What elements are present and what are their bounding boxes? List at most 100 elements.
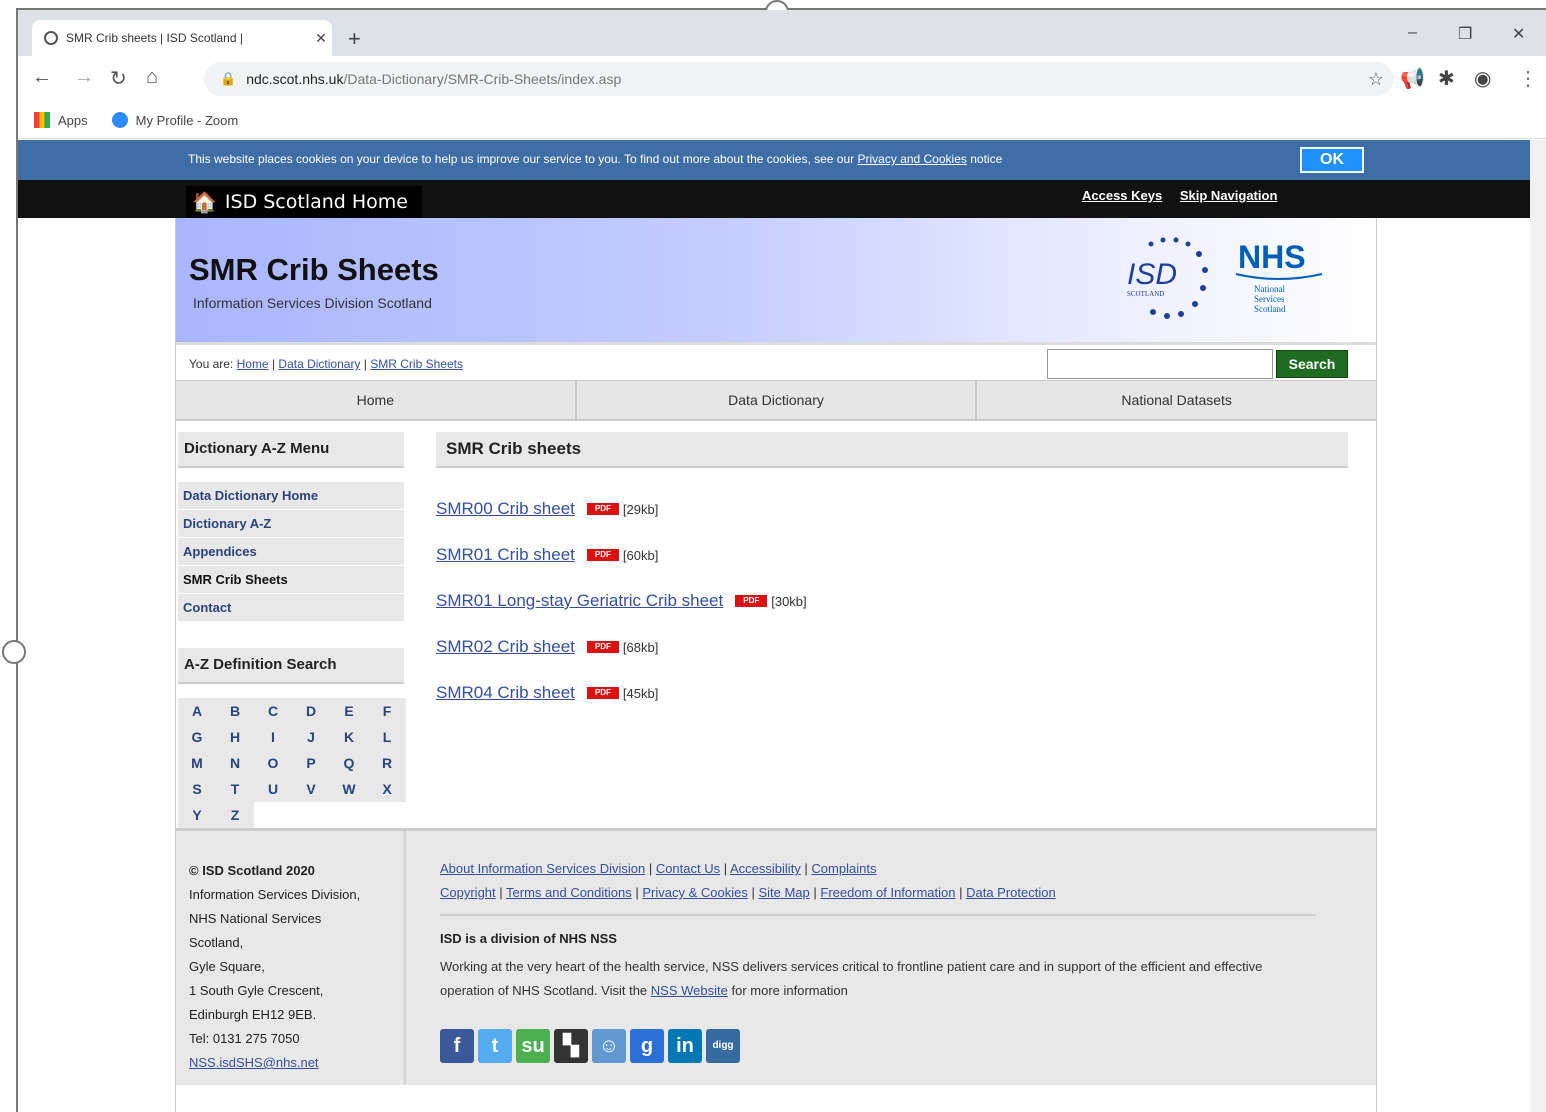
az-letter[interactable]: R	[368, 750, 406, 776]
social-icons: f t su ▚ ☺ g in digg	[440, 1029, 744, 1063]
az-letter[interactable]: J	[292, 724, 330, 750]
footer-link[interactable]: Freedom of Information	[820, 885, 955, 900]
breadcrumb-separator: |	[268, 357, 279, 371]
file-size: [30kb]	[771, 593, 807, 609]
forward-icon[interactable]: →	[74, 66, 94, 89]
search-input[interactable]	[1047, 349, 1273, 379]
home-icon[interactable]: ⌂	[146, 66, 158, 89]
profile-icon[interactable]: ◉	[1474, 66, 1491, 91]
az-letter[interactable]: M	[178, 750, 216, 776]
twitter-icon[interactable]: t	[478, 1029, 512, 1063]
close-window-icon[interactable]: ✕	[1512, 24, 1525, 44]
az-letter[interactable]: Q	[330, 750, 368, 776]
reddit-icon[interactable]: ☺	[592, 1029, 626, 1063]
footer-link[interactable]: Copyright	[440, 885, 496, 900]
bookmark-apps[interactable]: Apps	[34, 112, 88, 128]
bookmark-star-icon[interactable]: ☆	[1368, 69, 1384, 90]
az-letter[interactable]: A	[178, 698, 216, 724]
sidebar-item-data-dictionary-home[interactable]: Data Dictionary Home	[178, 482, 404, 510]
facebook-icon[interactable]: f	[440, 1029, 474, 1063]
pdf-icon: PDF	[586, 549, 619, 561]
az-letter[interactable]: V	[292, 776, 330, 802]
az-letter[interactable]: D	[292, 698, 330, 724]
az-letter[interactable]: W	[330, 776, 368, 802]
footer-link[interactable]: Accessibility	[730, 861, 801, 876]
minimize-icon[interactable]: –	[1408, 24, 1417, 42]
sidebar-item-contact[interactable]: Contact	[178, 594, 404, 622]
file-link[interactable]: SMR04 Crib sheet	[436, 683, 575, 703]
sidebar-item-dictionary-a-z[interactable]: Dictionary A-Z	[178, 510, 404, 538]
email-link[interactable]: NSS.isdSHS@nhs.net	[189, 1055, 319, 1070]
breadcrumb-smr-crib-sheets[interactable]: SMR Crib Sheets	[370, 357, 463, 371]
stumbleupon-icon[interactable]: su	[516, 1029, 550, 1063]
file-link[interactable]: SMR00 Crib sheet	[436, 499, 575, 519]
file-link[interactable]: SMR01 Long-stay Geriatric Crib sheet	[436, 591, 723, 611]
breadcrumb-data-dictionary[interactable]: Data Dictionary	[278, 357, 360, 371]
nss-website-link[interactable]: NSS Website	[651, 983, 728, 998]
file-link[interactable]: SMR01 Crib sheet	[436, 545, 575, 565]
reload-icon[interactable]: ↻	[110, 66, 127, 91]
footer-link[interactable]: Contact Us	[656, 861, 720, 876]
nav-data-dictionary[interactable]: Data Dictionary	[576, 381, 978, 419]
footer-link[interactable]: Site Map	[758, 885, 809, 900]
az-letter[interactable]: C	[254, 698, 292, 724]
linkedin-icon[interactable]: in	[668, 1029, 702, 1063]
url-bar[interactable]: 🔒 ndc.scot.nhs.uk /Data-Dictionary/SMR-C…	[204, 62, 1394, 96]
az-letter[interactable]: Z	[216, 802, 254, 828]
footer: © ISD Scotland 2020 Information Services…	[176, 828, 1376, 1085]
cookie-ok-button[interactable]: OK	[1300, 147, 1364, 173]
delicious-icon[interactable]: ▚	[554, 1029, 588, 1063]
nav-home[interactable]: Home	[176, 381, 577, 419]
isd-logo[interactable]: ISD SCOTLAND	[1121, 232, 1221, 324]
skip-navigation-link[interactable]: Skip Navigation	[1180, 188, 1278, 203]
az-letter[interactable]: K	[330, 724, 368, 750]
az-letter[interactable]: F	[368, 698, 406, 724]
az-blank	[254, 802, 292, 828]
nhs-logo-text: NHS	[1238, 239, 1306, 275]
nhs-logo[interactable]: NHS National Services Scotland	[1234, 232, 1324, 324]
browser-tab[interactable]: SMR Crib sheets | ISD Scotland | ✕	[32, 20, 332, 56]
google-icon[interactable]: g	[630, 1029, 664, 1063]
close-tab-icon[interactable]: ✕	[310, 30, 332, 47]
file-link[interactable]: SMR02 Crib sheet	[436, 637, 575, 657]
az-blank	[292, 802, 330, 828]
az-letter[interactable]: P	[292, 750, 330, 776]
new-tab-button[interactable]: +	[348, 26, 361, 52]
az-letter[interactable]: B	[216, 698, 254, 724]
footer-link[interactable]: About Information Services Division	[440, 861, 645, 876]
privacy-cookies-link[interactable]: Privacy and Cookies	[857, 152, 966, 166]
footer-link[interactable]: Terms and Conditions	[506, 885, 632, 900]
az-letter[interactable]: O	[254, 750, 292, 776]
footer-link[interactable]: Complaints	[811, 861, 876, 876]
restore-icon[interactable]: ❐	[1458, 24, 1472, 44]
extensions-icon[interactable]: ✱	[1438, 66, 1455, 91]
page-scrollbar[interactable]	[1530, 140, 1546, 1112]
az-letter[interactable]: Y	[178, 802, 216, 828]
search-button[interactable]: Search	[1276, 350, 1348, 378]
footer-link[interactable]: Data Protection	[966, 885, 1056, 900]
breadcrumb-home[interactable]: Home	[237, 357, 269, 371]
sidebar-item-smr-crib-sheets[interactable]: SMR Crib Sheets	[178, 566, 404, 594]
access-keys-link[interactable]: Access Keys	[1082, 188, 1162, 203]
az-letter[interactable]: T	[216, 776, 254, 802]
az-letter[interactable]: N	[216, 750, 254, 776]
az-letter[interactable]: S	[178, 776, 216, 802]
megaphone-icon[interactable]: 📢	[1400, 66, 1425, 91]
az-letter[interactable]: U	[254, 776, 292, 802]
back-icon[interactable]: ←	[32, 66, 52, 89]
footer-link[interactable]: Privacy & Cookies	[642, 885, 747, 900]
az-letter[interactable]: X	[368, 776, 406, 802]
web-page: This website places cookies on your devi…	[18, 140, 1530, 1112]
az-letter[interactable]: G	[178, 724, 216, 750]
az-letter[interactable]: L	[368, 724, 406, 750]
isd-home-link[interactable]: 🏠 ISD Scotland Home	[186, 186, 422, 218]
menu-icon[interactable]: ⋮	[1518, 66, 1538, 91]
az-letter[interactable]: H	[216, 724, 254, 750]
digg-icon[interactable]: digg	[706, 1029, 740, 1063]
az-letter[interactable]: E	[330, 698, 368, 724]
sidebar-item-appendices[interactable]: Appendices	[178, 538, 404, 566]
bookmark-zoom[interactable]: My Profile - Zoom	[111, 112, 238, 128]
az-letter[interactable]: I	[254, 724, 292, 750]
nav-national-datasets[interactable]: National Datasets	[977, 381, 1377, 419]
lock-icon: 🔒	[220, 71, 237, 86]
